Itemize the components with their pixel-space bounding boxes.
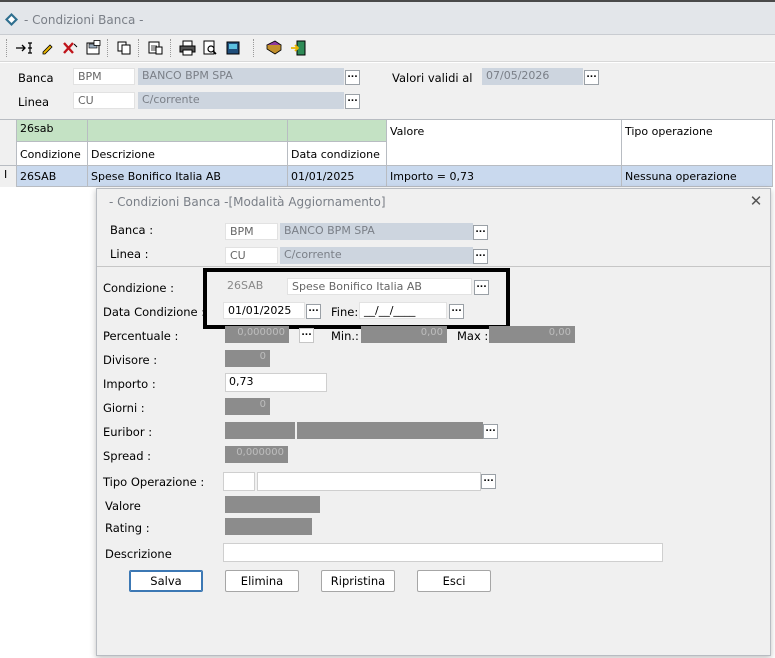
dlg-banca-code[interactable]: BPM <box>225 223 278 240</box>
max-field: 0,00 <box>489 326 575 343</box>
app-icon <box>5 13 18 26</box>
tipo-operazione-desc <box>257 472 481 491</box>
toolbar <box>0 35 775 62</box>
export-icon[interactable] <box>223 38 243 58</box>
euribor-desc-field <box>297 422 483 439</box>
book-icon[interactable] <box>264 38 284 58</box>
importo-field[interactable]: 0,73 <box>225 373 327 392</box>
print-preview-icon[interactable] <box>200 38 220 58</box>
banca-code-field[interactable]: BPM <box>73 68 135 85</box>
tipo-operazione-lookup-button[interactable]: ... <box>481 474 496 489</box>
filter-condizione[interactable]: 26sab <box>17 120 88 142</box>
min-label: Min.: <box>331 329 359 343</box>
cell-data[interactable]: 01/01/2025 <box>288 166 387 187</box>
row-indicator: I <box>0 166 17 187</box>
dialog-title: - Condizioni Banca -[Modalità Aggiorname… <box>109 195 386 209</box>
banca-lookup-button[interactable]: ... <box>345 70 360 85</box>
spread-label: Spread : <box>103 449 152 463</box>
linea-name-field: C/corrente <box>138 92 344 109</box>
print-icon[interactable] <box>177 38 197 58</box>
banca-name-field: BANCO BPM SPA <box>138 68 344 85</box>
rating-label: Rating : <box>105 521 150 535</box>
window-title: - Condizioni Banca - <box>24 13 144 27</box>
filter-descrizione[interactable] <box>88 120 288 142</box>
descrizione-field[interactable] <box>223 543 663 562</box>
tipo-operazione-label: Tipo Operazione : <box>103 475 205 489</box>
valori-date-button[interactable]: ... <box>584 70 599 85</box>
linea-code-field[interactable]: CU <box>73 92 135 109</box>
dlg-linea-lookup-button[interactable]: ... <box>473 249 488 264</box>
toolbar-separator <box>253 39 255 57</box>
percentuale-button[interactable]: ... <box>299 328 314 343</box>
dlg-banca-lookup-button[interactable]: ... <box>473 225 488 240</box>
euribor-label: Euribor : <box>103 425 153 439</box>
euribor-lookup-button[interactable]: ... <box>483 424 498 439</box>
column-header-valore[interactable]: Valore <box>387 120 622 166</box>
grid-corner <box>0 120 17 166</box>
tipo-operazione-code[interactable] <box>223 472 255 491</box>
delete-button[interactable]: Elimina <box>225 570 299 592</box>
exit-button[interactable]: Esci <box>417 570 491 592</box>
dlg-banca-name: BANCO BPM SPA <box>280 223 473 240</box>
valore-label: Valore <box>105 499 141 513</box>
toolbar-grip <box>6 39 8 57</box>
divisore-field: 0 <box>225 350 270 367</box>
min-field: 0,00 <box>361 326 447 343</box>
conditions-grid: 26sab Condizione Descrizione Data condiz… <box>0 119 775 189</box>
valori-date-field[interactable]: 07/05/2026 <box>482 68 583 85</box>
toolbar-separator <box>170 39 172 57</box>
cell-condizione[interactable]: 26SAB <box>17 166 88 187</box>
copy-icon[interactable] <box>114 38 134 58</box>
delete-x-icon[interactable] <box>60 38 80 58</box>
valori-label: Valori validi al <box>392 71 473 85</box>
title-bar: - Condizioni Banca - <box>0 0 775 35</box>
linea-label: Linea <box>18 95 50 109</box>
insert-icon[interactable] <box>14 38 34 58</box>
euribor-code-field <box>225 422 295 439</box>
column-header-descrizione[interactable]: Descrizione <box>88 142 288 166</box>
exit-door-icon[interactable] <box>288 38 308 58</box>
toolbar-separator <box>107 39 109 57</box>
save-icon[interactable] <box>83 38 103 58</box>
edit-pencil-icon[interactable] <box>37 38 57 58</box>
close-icon[interactable]: ✕ <box>748 192 764 210</box>
column-header-data-condizione[interactable]: Data condizione <box>288 142 387 166</box>
restore-button[interactable]: Ripristina <box>321 570 395 592</box>
dlg-linea-code[interactable]: CU <box>225 247 278 264</box>
banca-label: Banca <box>18 71 54 85</box>
descrizione-label: Descrizione <box>105 547 172 561</box>
max-label: Max : <box>457 329 489 343</box>
cell-descrizione[interactable]: Spese Bonifico Italia AB <box>88 166 288 187</box>
data-condizione-label: Data Condizione : <box>103 305 206 319</box>
spread-field: 0,000000 <box>225 446 288 463</box>
cell-tipo[interactable]: Nessuna operazione <box>622 166 773 187</box>
highlight-box <box>203 268 510 329</box>
linea-lookup-button[interactable]: ... <box>345 94 360 109</box>
giorni-label: Giorni : <box>103 401 145 415</box>
condizione-label: Condizione : <box>103 281 175 295</box>
toolbar-separator <box>138 39 140 57</box>
header-panel: Banca BPM BANCO BPM SPA ... Valori valid… <box>0 63 775 119</box>
dlg-linea-label: Linea : <box>110 247 149 261</box>
column-header-tipo-operazione[interactable]: Tipo operazione <box>622 120 773 166</box>
update-dialog: - Condizioni Banca -[Modalità Aggiorname… <box>96 188 771 656</box>
valore-field <box>225 496 320 513</box>
rating-field <box>225 518 312 535</box>
column-header-condizione[interactable]: Condizione <box>17 142 88 166</box>
filter-data[interactable] <box>288 120 387 142</box>
giorni-field: 0 <box>225 398 270 415</box>
cell-valore[interactable]: Importo = 0,73 <box>387 166 622 187</box>
dlg-linea-name: C/corrente <box>280 247 473 264</box>
importo-label: Importo : <box>103 377 156 391</box>
dlg-banca-label: Banca : <box>110 223 154 237</box>
paste-icon[interactable] <box>145 38 165 58</box>
save-button[interactable]: Salva <box>129 570 203 592</box>
percentuale-label: Percentuale : <box>103 329 179 343</box>
divisore-label: Divisore : <box>103 353 158 367</box>
percentuale-field: 0,000000 <box>225 326 289 343</box>
